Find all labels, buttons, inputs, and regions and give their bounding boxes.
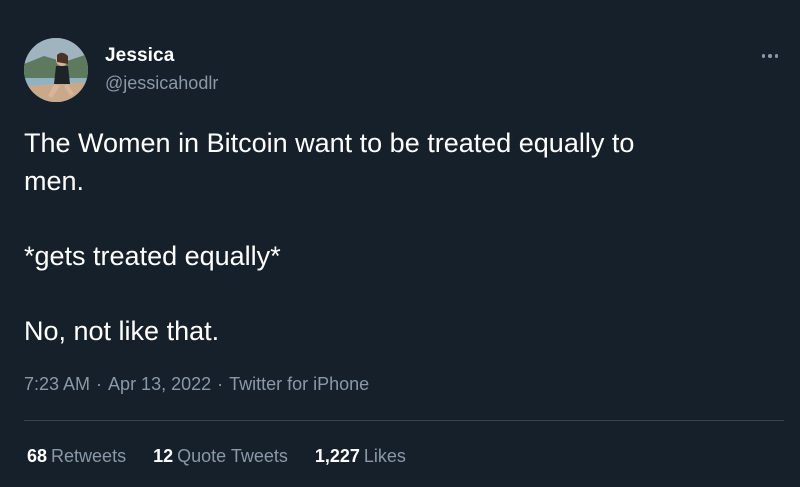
tweet-text-line: men. <box>24 166 85 196</box>
quote-tweets-label: Quote Tweets <box>177 446 288 466</box>
retweets-count: 68 <box>27 446 48 466</box>
likes-label: Likes <box>363 446 406 466</box>
tweet-card: Jessica @jessicahodlr The Women in Bitco… <box>0 0 800 487</box>
tweet-time[interactable]: 7:23 AM <box>24 374 90 394</box>
divider <box>24 420 784 421</box>
likes-stat[interactable]: 1,227 Likes <box>315 444 406 468</box>
retweets-label: Retweets <box>51 446 127 466</box>
tweet-source[interactable]: Twitter for iPhone <box>229 374 369 394</box>
tweet-meta: 7:23 AM · Apr 13, 2022 · Twitter for iPhone <box>24 372 369 396</box>
author-display-name[interactable]: Jessica <box>105 44 174 68</box>
tweet-date[interactable]: Apr 13, 2022 <box>108 374 211 394</box>
author-handle[interactable]: @jessicahodlr <box>105 71 218 95</box>
more-dot <box>768 54 772 58</box>
more-options-icon[interactable] <box>756 44 784 68</box>
avatar[interactable] <box>24 38 88 102</box>
retweets-stat[interactable]: 68 Retweets <box>27 444 126 468</box>
meta-separator: · <box>96 374 103 394</box>
tweet-text-line: The Women in Bitcoin want to be treated … <box>24 128 635 158</box>
meta-separator: · <box>217 374 224 394</box>
tweet-stats: 68 Retweets 12 Quote Tweets 1,227 Likes <box>27 444 406 468</box>
tweet-text-line: No, not like that. <box>24 316 220 346</box>
quote-tweets-stat[interactable]: 12 Quote Tweets <box>153 444 288 468</box>
likes-count: 1,227 <box>314 446 360 466</box>
quote-tweets-count: 12 <box>153 446 174 466</box>
more-dot <box>774 54 779 58</box>
tweet-text-line: *gets treated equally* <box>24 241 281 271</box>
more-dot <box>761 54 766 58</box>
profile-photo-icon <box>24 38 88 102</box>
